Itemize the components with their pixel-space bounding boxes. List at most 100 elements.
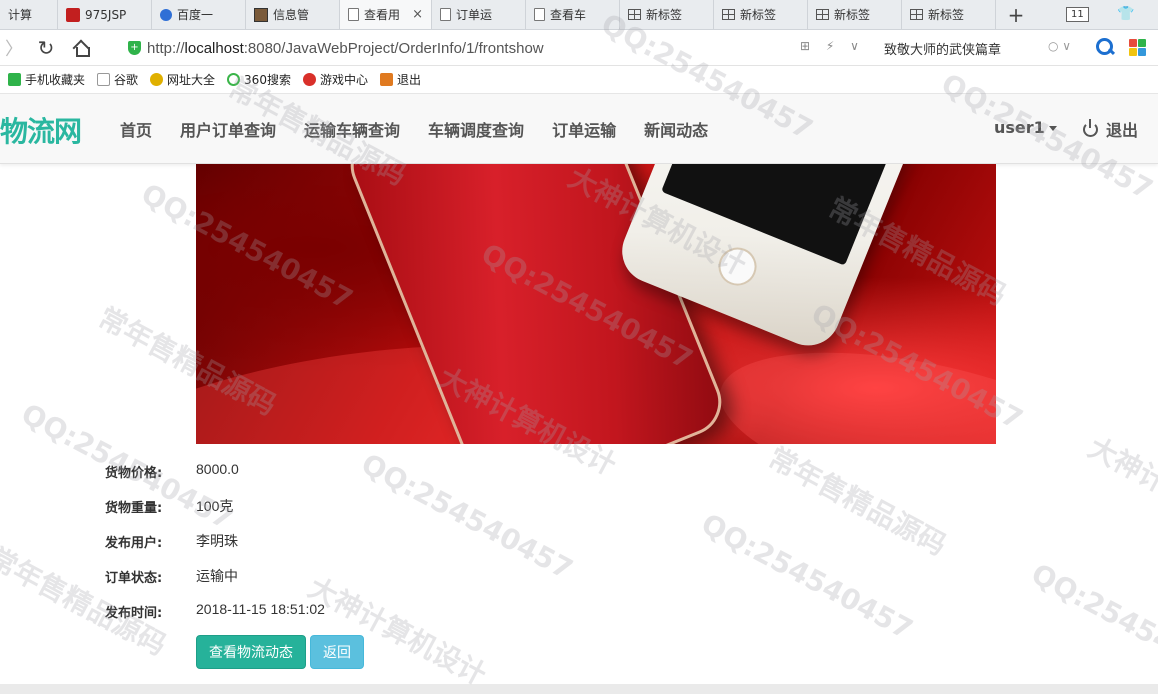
page-icon <box>440 8 451 21</box>
nav-item-home[interactable]: 首页 <box>120 117 152 141</box>
back-button[interactable]: 返回 <box>310 635 364 669</box>
search-icon[interactable] <box>1094 36 1116 58</box>
detail-row-price: 货物价格: 8000.0 <box>0 452 700 487</box>
browser-tab[interactable]: 信息管 <box>246 0 340 29</box>
detail-value: 8000.0 <box>196 461 239 477</box>
site-navbar: 物流网 首页 用户订单查询 运输车辆查询 车辆调度查询 订单运输 新闻动态 us… <box>0 94 1158 164</box>
browser-tab-active[interactable]: 查看用 × <box>340 0 432 29</box>
caret-down-icon <box>1048 126 1057 131</box>
page-icon <box>348 8 359 21</box>
view-logistics-button[interactable]: 查看物流动态 <box>196 635 306 669</box>
nav-item-user-orders[interactable]: 用户订单查询 <box>180 117 276 141</box>
back-icon[interactable]: 〉 <box>0 35 28 61</box>
browser-tab[interactable]: 计算 <box>0 0 58 29</box>
logout-button[interactable]: 退出 <box>1083 117 1138 141</box>
detail-label: 订单状态: <box>105 571 163 586</box>
watermark-design: 大神计算机设计 <box>1083 430 1158 552</box>
nav-item-order-transport[interactable]: 订单运输 <box>552 117 616 141</box>
detail-label: 货物重量: <box>105 501 163 516</box>
power-icon <box>1083 118 1098 137</box>
tab-label: 百度一 <box>177 8 214 22</box>
footer-strip <box>0 684 1158 694</box>
search-engine-icon[interactable]: ○ ∨ <box>1048 39 1071 53</box>
phone-icon <box>8 73 21 86</box>
bookmark-item[interactable]: 谷歌 <box>97 71 138 88</box>
user-menu-dropdown[interactable]: user1 <box>994 118 1057 137</box>
product-image <box>196 164 996 444</box>
globe-icon <box>150 73 164 86</box>
tab-label: 新标签 <box>928 8 965 22</box>
watermark-qq: QQ:254540457 <box>1025 556 1158 694</box>
shield-icon: + <box>128 41 141 55</box>
tab-label: 计算 <box>8 8 33 22</box>
page-icon <box>97 73 111 86</box>
browser-tab[interactable]: 新标签 <box>620 0 714 29</box>
browser-tab[interactable]: 975JSP <box>58 0 152 29</box>
tab-label: 975JSP <box>85 7 127 22</box>
url-text: http://localhost:8080/JavaWebProject/Ord… <box>147 39 544 57</box>
bookmark-item[interactable]: 退出 <box>379 71 421 88</box>
red-square-icon <box>66 7 80 22</box>
browser-tab[interactable]: 新标签 <box>902 0 996 29</box>
image-icon <box>254 7 268 22</box>
bookmarks-bar: 手机收藏夹 谷歌 网址大全 360搜索 游戏中心 退出 <box>0 66 1158 94</box>
browser-tab[interactable]: 订单运 <box>432 0 526 29</box>
nav-item-vehicles[interactable]: 运输车辆查询 <box>304 117 400 141</box>
tab-label: 新标签 <box>646 8 683 22</box>
browser-tab[interactable]: 新标签 <box>714 0 808 29</box>
360-search-icon <box>227 73 241 86</box>
tab-count-badge[interactable]: 11 <box>1066 7 1089 22</box>
bookmark-item[interactable]: 网址大全 <box>150 71 215 88</box>
detail-label: 发布时间: <box>105 606 163 621</box>
logout-label: 退出 <box>1106 121 1139 140</box>
search-hint[interactable]: 致敬大师的武侠篇章 <box>884 39 1001 58</box>
detail-label: 货物价格: <box>105 466 163 481</box>
user-name: user1 <box>994 118 1045 137</box>
nav-item-dispatch[interactable]: 车辆调度查询 <box>428 117 524 141</box>
browser-tab[interactable]: 百度一 <box>152 0 246 29</box>
close-icon[interactable]: × <box>412 7 423 22</box>
detail-row-weight: 货物重量: 100克 <box>0 487 700 522</box>
detail-row-user: 发布用户: 李明珠 <box>0 522 700 557</box>
tab-label: 查看用 <box>364 8 401 22</box>
tab-label: 查看车 <box>550 8 587 22</box>
detail-value: 李明珠 <box>196 533 238 549</box>
detail-value: 2018-11-15 18:51:02 <box>196 601 325 617</box>
page-icon <box>534 8 545 21</box>
game-icon <box>302 73 316 86</box>
tab-label: 新标签 <box>740 8 777 22</box>
tab-label: 新标签 <box>834 8 871 22</box>
tab-label: 信息管 <box>273 8 310 22</box>
address-bar: 〉 ↻ + http://localhost:8080/JavaWebProje… <box>0 30 1158 66</box>
detail-row-time: 发布时间: 2018-11-15 18:51:02 <box>0 592 700 627</box>
apps-icon[interactable] <box>1129 39 1146 56</box>
grid-icon <box>628 9 641 20</box>
url-tools-icons[interactable]: ⊞ ⚡ ∨ <box>800 39 865 53</box>
browser-tab[interactable]: 新标签 <box>808 0 902 29</box>
detail-value: 100克 <box>196 498 234 514</box>
watermark-seller: 常年售精品源码 <box>763 440 952 562</box>
exit-icon <box>379 73 393 86</box>
nav-item-news[interactable]: 新闻动态 <box>644 117 708 141</box>
tab-label: 订单运 <box>456 8 493 22</box>
site-brand[interactable]: 物流网 <box>0 110 82 150</box>
new-tab-button[interactable]: + <box>996 0 1036 29</box>
watermark-qq: QQ:254540457 <box>695 506 919 647</box>
grid-icon <box>910 9 923 20</box>
detail-label: 发布用户: <box>105 536 163 551</box>
grid-icon <box>816 9 829 20</box>
bookmark-item[interactable]: 360搜索 <box>227 71 291 88</box>
baidu-paw-icon <box>160 8 172 21</box>
reload-icon[interactable]: ↻ <box>28 36 64 60</box>
main-nav: 首页 用户订单查询 运输车辆查询 车辆调度查询 订单运输 新闻动态 <box>120 94 708 164</box>
bookmark-item[interactable]: 游戏中心 <box>302 71 368 88</box>
url-input[interactable]: + http://localhost:8080/JavaWebProject/O… <box>128 36 868 60</box>
grid-icon <box>722 9 735 20</box>
detail-value: 运输中 <box>196 568 238 584</box>
bookmark-item[interactable]: 手机收藏夹 <box>8 71 85 88</box>
browser-tab-strip: 计算 975JSP 百度一 信息管 查看用 × 订单运 查看车 新标签 新标签 … <box>0 0 1158 30</box>
detail-row-status: 订单状态: 运输中 <box>0 557 700 592</box>
home-icon[interactable] <box>64 40 98 57</box>
browser-tab[interactable]: 查看车 <box>526 0 620 29</box>
shirt-icon[interactable]: 👕 <box>1117 6 1134 22</box>
